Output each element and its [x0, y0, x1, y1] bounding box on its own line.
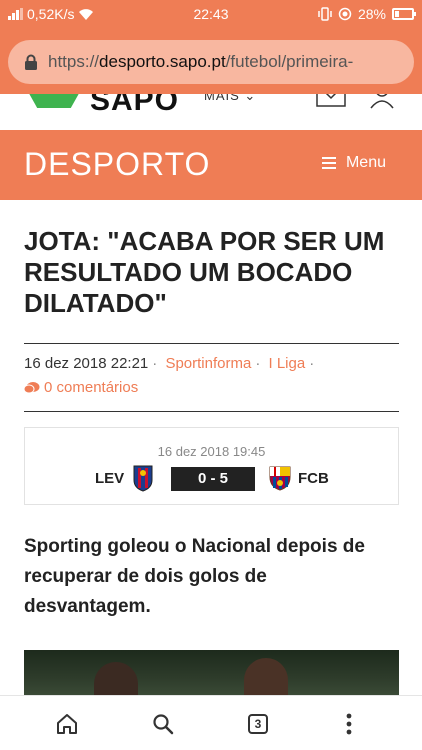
tabs-button[interactable]: 3 — [244, 710, 272, 738]
status-bar: 0,52K/s 22:43 28% — [0, 0, 422, 30]
mail-icon[interactable] — [316, 94, 346, 110]
overflow-menu-button[interactable] — [335, 710, 363, 738]
address-bar[interactable]: https://desporto.sapo.pt/futebol/primeir… — [8, 40, 414, 84]
battery-percent: 28% — [357, 6, 386, 22]
site-header: SAPO MAIS ⌄ — [0, 94, 422, 130]
home-icon — [57, 714, 77, 734]
barcelona-crest-icon — [269, 466, 291, 491]
article-headline: JOTA: "ACABA POR SER UM RESULTADO UM BOC… — [24, 226, 385, 318]
battery-icon — [392, 8, 416, 20]
article-date: 16 dez 2018 22:21 — [24, 355, 149, 372]
comments-link[interactable]: 0 comentários — [24, 376, 138, 400]
browser-toolbar: https://desporto.sapo.pt/futebol/primeir… — [0, 30, 422, 94]
lock-icon[interactable] — [24, 54, 38, 70]
comment-icon — [24, 382, 40, 394]
vibrate-icon — [318, 7, 332, 21]
home-team: LEV — [95, 470, 125, 487]
hamburger-icon — [321, 157, 336, 169]
location-icon — [338, 7, 352, 21]
article-image[interactable] — [24, 650, 399, 695]
levante-crest-icon — [133, 465, 153, 492]
match-score: 0 - 5 — [171, 467, 255, 491]
section-header: DESPORTO Menu — [0, 130, 422, 200]
category-link[interactable]: I Liga — [269, 355, 306, 372]
source-link[interactable]: Sportinforma — [165, 355, 251, 372]
sapo-logo-mark[interactable] — [26, 94, 82, 108]
search-icon — [153, 714, 174, 735]
tab-count: 3 — [248, 714, 268, 734]
menu-button[interactable]: Menu — [321, 154, 386, 172]
mais-dropdown[interactable]: MAIS ⌄ — [204, 94, 256, 104]
more-vert-icon — [346, 713, 352, 735]
section-title[interactable]: DESPORTO — [24, 146, 210, 183]
user-icon[interactable] — [368, 94, 396, 110]
menu-label: Menu — [345, 154, 386, 171]
article-meta: 16 dez 2018 22:21 · Sportinforma · I Liga ·… — [24, 343, 399, 412]
home-button[interactable] — [53, 710, 81, 738]
match-date: 16 dez 2018 19:45 — [157, 444, 266, 459]
browser-bottom-bar: 3 — [0, 695, 422, 750]
sapo-logo[interactable]: SAPO — [90, 94, 179, 118]
away-team: FCB — [298, 470, 329, 487]
article-lead: Sporting goleou o Nacional depois de rec… — [24, 536, 365, 617]
match-card[interactable]: 16 dez 2018 19:45 LEV 0 - 5 FCB — [24, 427, 399, 505]
search-button[interactable] — [149, 710, 177, 738]
url-text: https://desporto.sapo.pt/futebol/primeir… — [48, 52, 354, 71]
